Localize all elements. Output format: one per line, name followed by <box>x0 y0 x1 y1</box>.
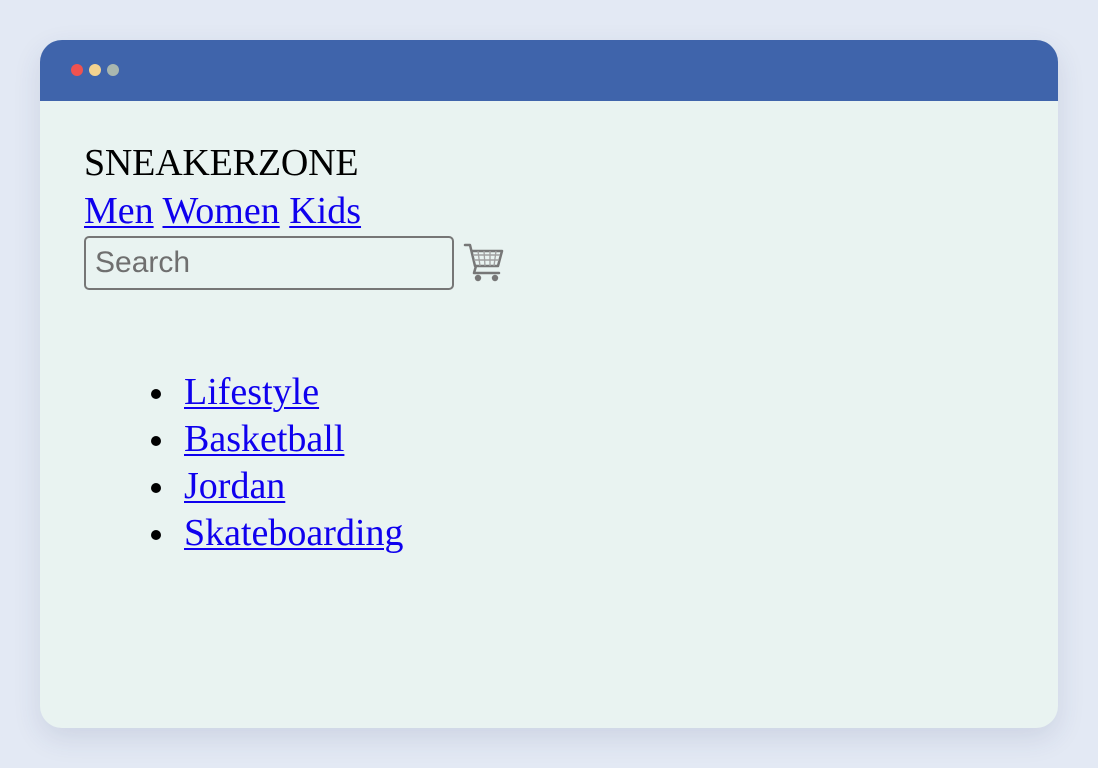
search-row <box>84 236 509 290</box>
zoom-window-dot[interactable] <box>107 64 119 76</box>
main-nav: Men Women Kids <box>84 189 361 233</box>
window-titlebar <box>40 40 1058 101</box>
category-link-skateboarding[interactable]: Skateboarding <box>184 512 404 554</box>
nav-link-men[interactable]: Men <box>84 190 154 232</box>
shopping-cart-icon[interactable] <box>461 239 509 287</box>
list-item: Skateboarding <box>151 510 404 557</box>
minimize-window-dot[interactable] <box>89 64 101 76</box>
window-controls <box>71 64 119 76</box>
browser-window: SNEAKERZONE Men Women Kids Search Lifest… <box>40 40 1058 728</box>
list-item: Basketball <box>151 416 404 463</box>
page-content: SNEAKERZONE Men Women Kids Search Lifest… <box>84 101 1058 728</box>
list-item: Lifestyle <box>151 369 404 416</box>
close-window-dot[interactable] <box>71 64 83 76</box>
nav-link-women[interactable]: Women <box>162 190 279 232</box>
category-list: Lifestyle Basketball Jordan Skateboardin… <box>84 369 404 557</box>
category-link-basketball[interactable]: Basketball <box>184 418 344 460</box>
list-item: Jordan <box>151 463 404 510</box>
category-link-lifestyle[interactable]: Lifestyle <box>184 371 319 413</box>
nav-link-kids[interactable]: Kids <box>289 190 361 232</box>
screenshot-frame: SNEAKERZONE Men Women Kids Search Lifest… <box>0 0 1098 768</box>
category-link-jordan[interactable]: Jordan <box>184 465 285 507</box>
search-input[interactable] <box>84 236 454 290</box>
site-brand: SNEAKERZONE <box>84 142 359 184</box>
